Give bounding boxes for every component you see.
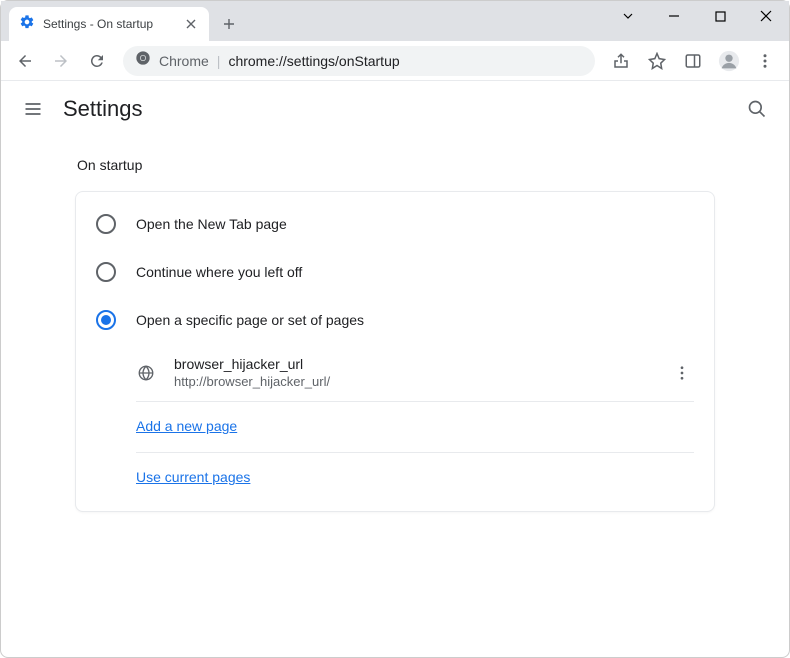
radio-new-tab[interactable]: Open the New Tab page: [76, 200, 714, 248]
close-window-button[interactable]: [743, 1, 789, 31]
radio-icon-selected: [96, 310, 116, 330]
gear-icon: [19, 14, 35, 35]
minimize-button[interactable]: [651, 1, 697, 31]
share-icon[interactable]: [605, 45, 637, 77]
close-icon[interactable]: [183, 16, 199, 32]
radio-label: Open the New Tab page: [136, 216, 287, 232]
maximize-button[interactable]: [697, 1, 743, 31]
menu-icon[interactable]: [749, 45, 781, 77]
browser-toolbar: Chrome | chrome://settings/onStartup: [1, 41, 789, 81]
globe-icon: [136, 363, 156, 383]
use-current-row[interactable]: Use current pages: [136, 453, 694, 503]
address-bar[interactable]: Chrome | chrome://settings/onStartup: [123, 46, 595, 76]
chevron-down-icon[interactable]: [605, 1, 651, 31]
startup-page-url: http://browser_hijacker_url/: [174, 374, 652, 389]
tab-title: Settings - On startup: [43, 17, 175, 31]
forward-button[interactable]: [45, 45, 77, 77]
startup-page-name: browser_hijacker_url: [174, 356, 652, 372]
browser-tab[interactable]: Settings - On startup: [9, 7, 209, 41]
more-icon[interactable]: [670, 361, 694, 385]
omnibox-url: chrome://settings/onStartup: [228, 53, 399, 69]
profile-icon[interactable]: [713, 45, 745, 77]
use-current-link[interactable]: Use current pages: [136, 469, 250, 485]
section-title: On startup: [75, 157, 715, 173]
new-tab-button[interactable]: [215, 10, 243, 38]
radio-label: Open a specific page or set of pages: [136, 312, 364, 328]
page-title: Settings: [63, 96, 727, 122]
reload-button[interactable]: [81, 45, 113, 77]
settings-header: Settings: [1, 81, 789, 137]
window-titlebar: Settings - On startup: [1, 1, 789, 41]
star-icon[interactable]: [641, 45, 673, 77]
add-page-link[interactable]: Add a new page: [136, 418, 237, 434]
radio-specific[interactable]: Open a specific page or set of pages: [76, 296, 714, 344]
radio-icon: [96, 214, 116, 234]
omnibox-prefix: Chrome: [159, 53, 209, 69]
sidepanel-icon[interactable]: [677, 45, 709, 77]
search-icon[interactable]: [745, 97, 769, 121]
chrome-icon: [135, 50, 151, 71]
startup-card: Open the New Tab page Continue where you…: [75, 191, 715, 512]
radio-label: Continue where you left off: [136, 264, 302, 280]
hamburger-icon[interactable]: [21, 97, 45, 121]
back-button[interactable]: [9, 45, 41, 77]
radio-icon: [96, 262, 116, 282]
radio-continue[interactable]: Continue where you left off: [76, 248, 714, 296]
startup-page-row: browser_hijacker_url http://browser_hija…: [136, 344, 694, 402]
add-page-row[interactable]: Add a new page: [136, 402, 694, 453]
omnibox-separator: |: [217, 53, 221, 69]
